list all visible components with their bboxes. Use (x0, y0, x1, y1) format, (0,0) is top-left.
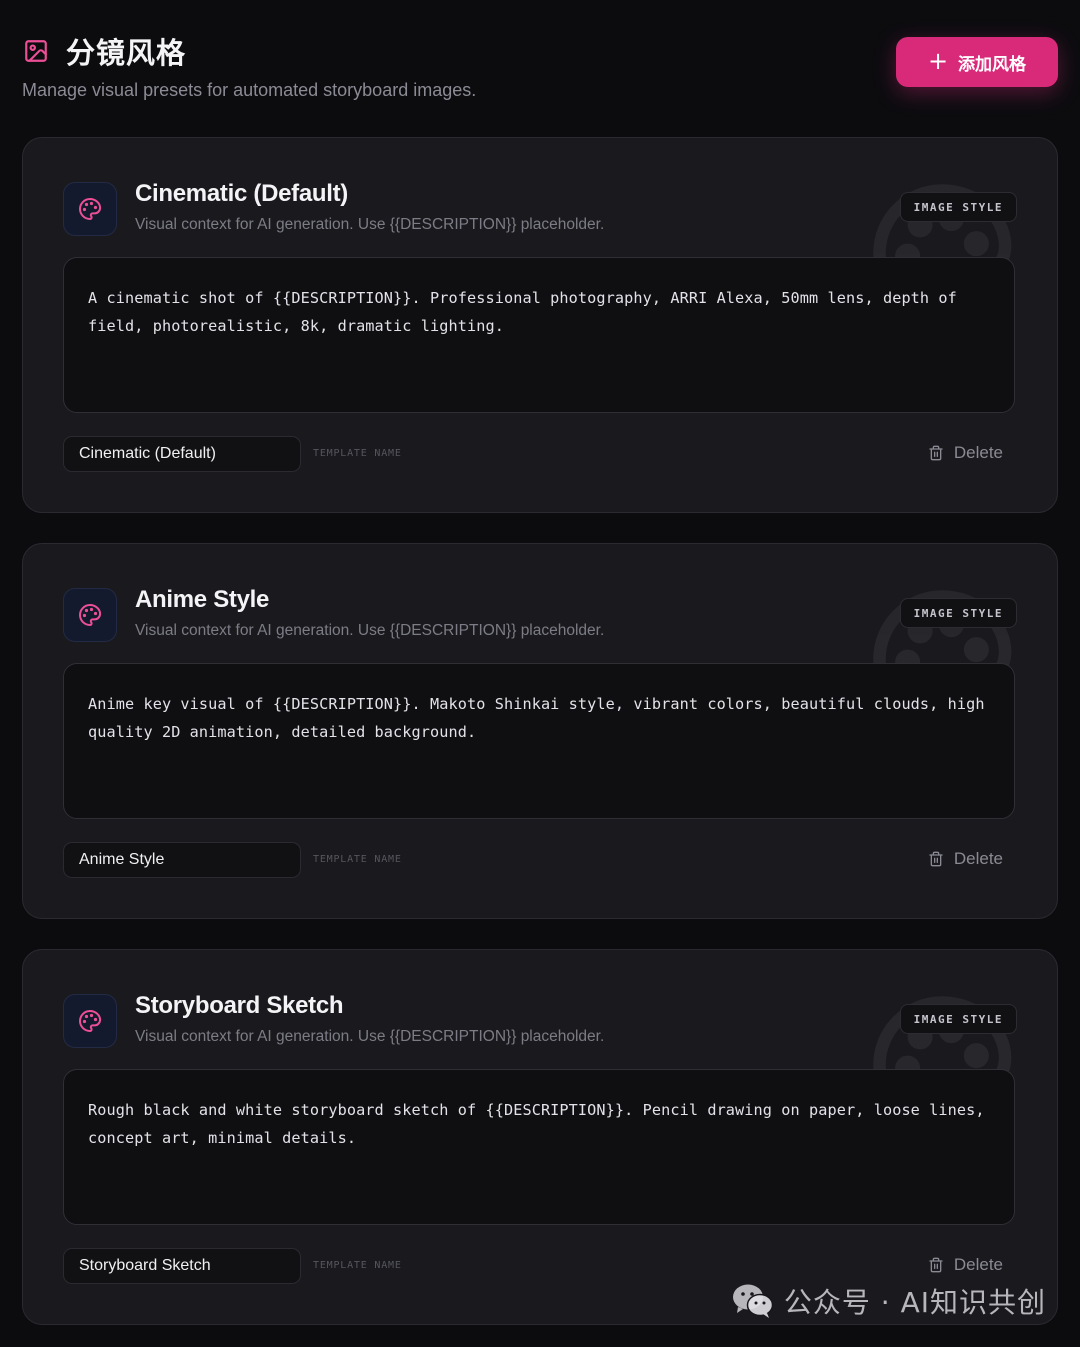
template-name-input[interactable]: Cinematic (Default) (63, 436, 301, 472)
template-name-label: TEMPLATE NAME (313, 854, 402, 865)
prompt-textarea[interactable]: Rough black and white storyboard sketch … (63, 1069, 1015, 1225)
add-style-button[interactable]: + 添加风格 (896, 37, 1058, 87)
delete-button-label: Delete (953, 1255, 1003, 1274)
palette-icon (63, 588, 117, 642)
image-icon (22, 37, 50, 65)
card-description: Visual context for AI generation. Use {{… (135, 1028, 605, 1045)
template-name-label: TEMPLATE NAME (313, 448, 402, 459)
card-title: Anime Style (135, 586, 270, 613)
palette-icon (63, 994, 117, 1048)
page-title: 分镜风格 (66, 36, 187, 70)
style-card: Cinematic (Default) Visual context for A… (22, 137, 1058, 513)
watermark-text: 公众号 · AI知识共创 (783, 1286, 1046, 1319)
page-header: 分镜风格 Manage visual presets for automated… (22, 30, 1058, 110)
prompt-textarea[interactable]: A cinematic shot of {{DESCRIPTION}}. Pro… (63, 257, 1015, 413)
delete-button-label: Delete (953, 443, 1003, 462)
template-name-input[interactable]: Storyboard Sketch (63, 1248, 301, 1284)
palette-icon (63, 182, 117, 236)
card-title: Storyboard Sketch (135, 992, 344, 1019)
wechat-icon (732, 1284, 774, 1318)
delete-button[interactable]: Delete (928, 849, 1003, 869)
prompt-textarea[interactable]: Anime key visual of {{DESCRIPTION}}. Mak… (63, 663, 1015, 819)
delete-button[interactable]: Delete (928, 443, 1003, 463)
card-description: Visual context for AI generation. Use {{… (135, 216, 605, 233)
template-name-input[interactable]: Anime Style (63, 842, 301, 878)
delete-button[interactable]: Delete (928, 1255, 1003, 1275)
trash-icon (929, 445, 943, 461)
wechat-watermark: 公众号 · AI知识共创 (732, 1281, 1046, 1321)
card-title: Cinematic (Default) (135, 180, 348, 207)
plus-icon: + (927, 47, 949, 75)
template-name-label: TEMPLATE NAME (313, 1260, 402, 1271)
image-style-badge: IMAGE STYLE (899, 598, 1017, 628)
trash-icon (929, 851, 943, 867)
add-style-button-label: 添加风格 (958, 54, 1027, 75)
card-description: Visual context for AI generation. Use {{… (135, 622, 605, 639)
style-card: Anime Style Visual context for AI genera… (22, 543, 1058, 919)
image-style-badge: IMAGE STYLE (899, 192, 1017, 222)
delete-button-label: Delete (953, 849, 1003, 868)
trash-icon (929, 1257, 943, 1273)
image-style-badge: IMAGE STYLE (899, 1004, 1017, 1034)
style-card: Storyboard Sketch Visual context for AI … (22, 949, 1058, 1325)
